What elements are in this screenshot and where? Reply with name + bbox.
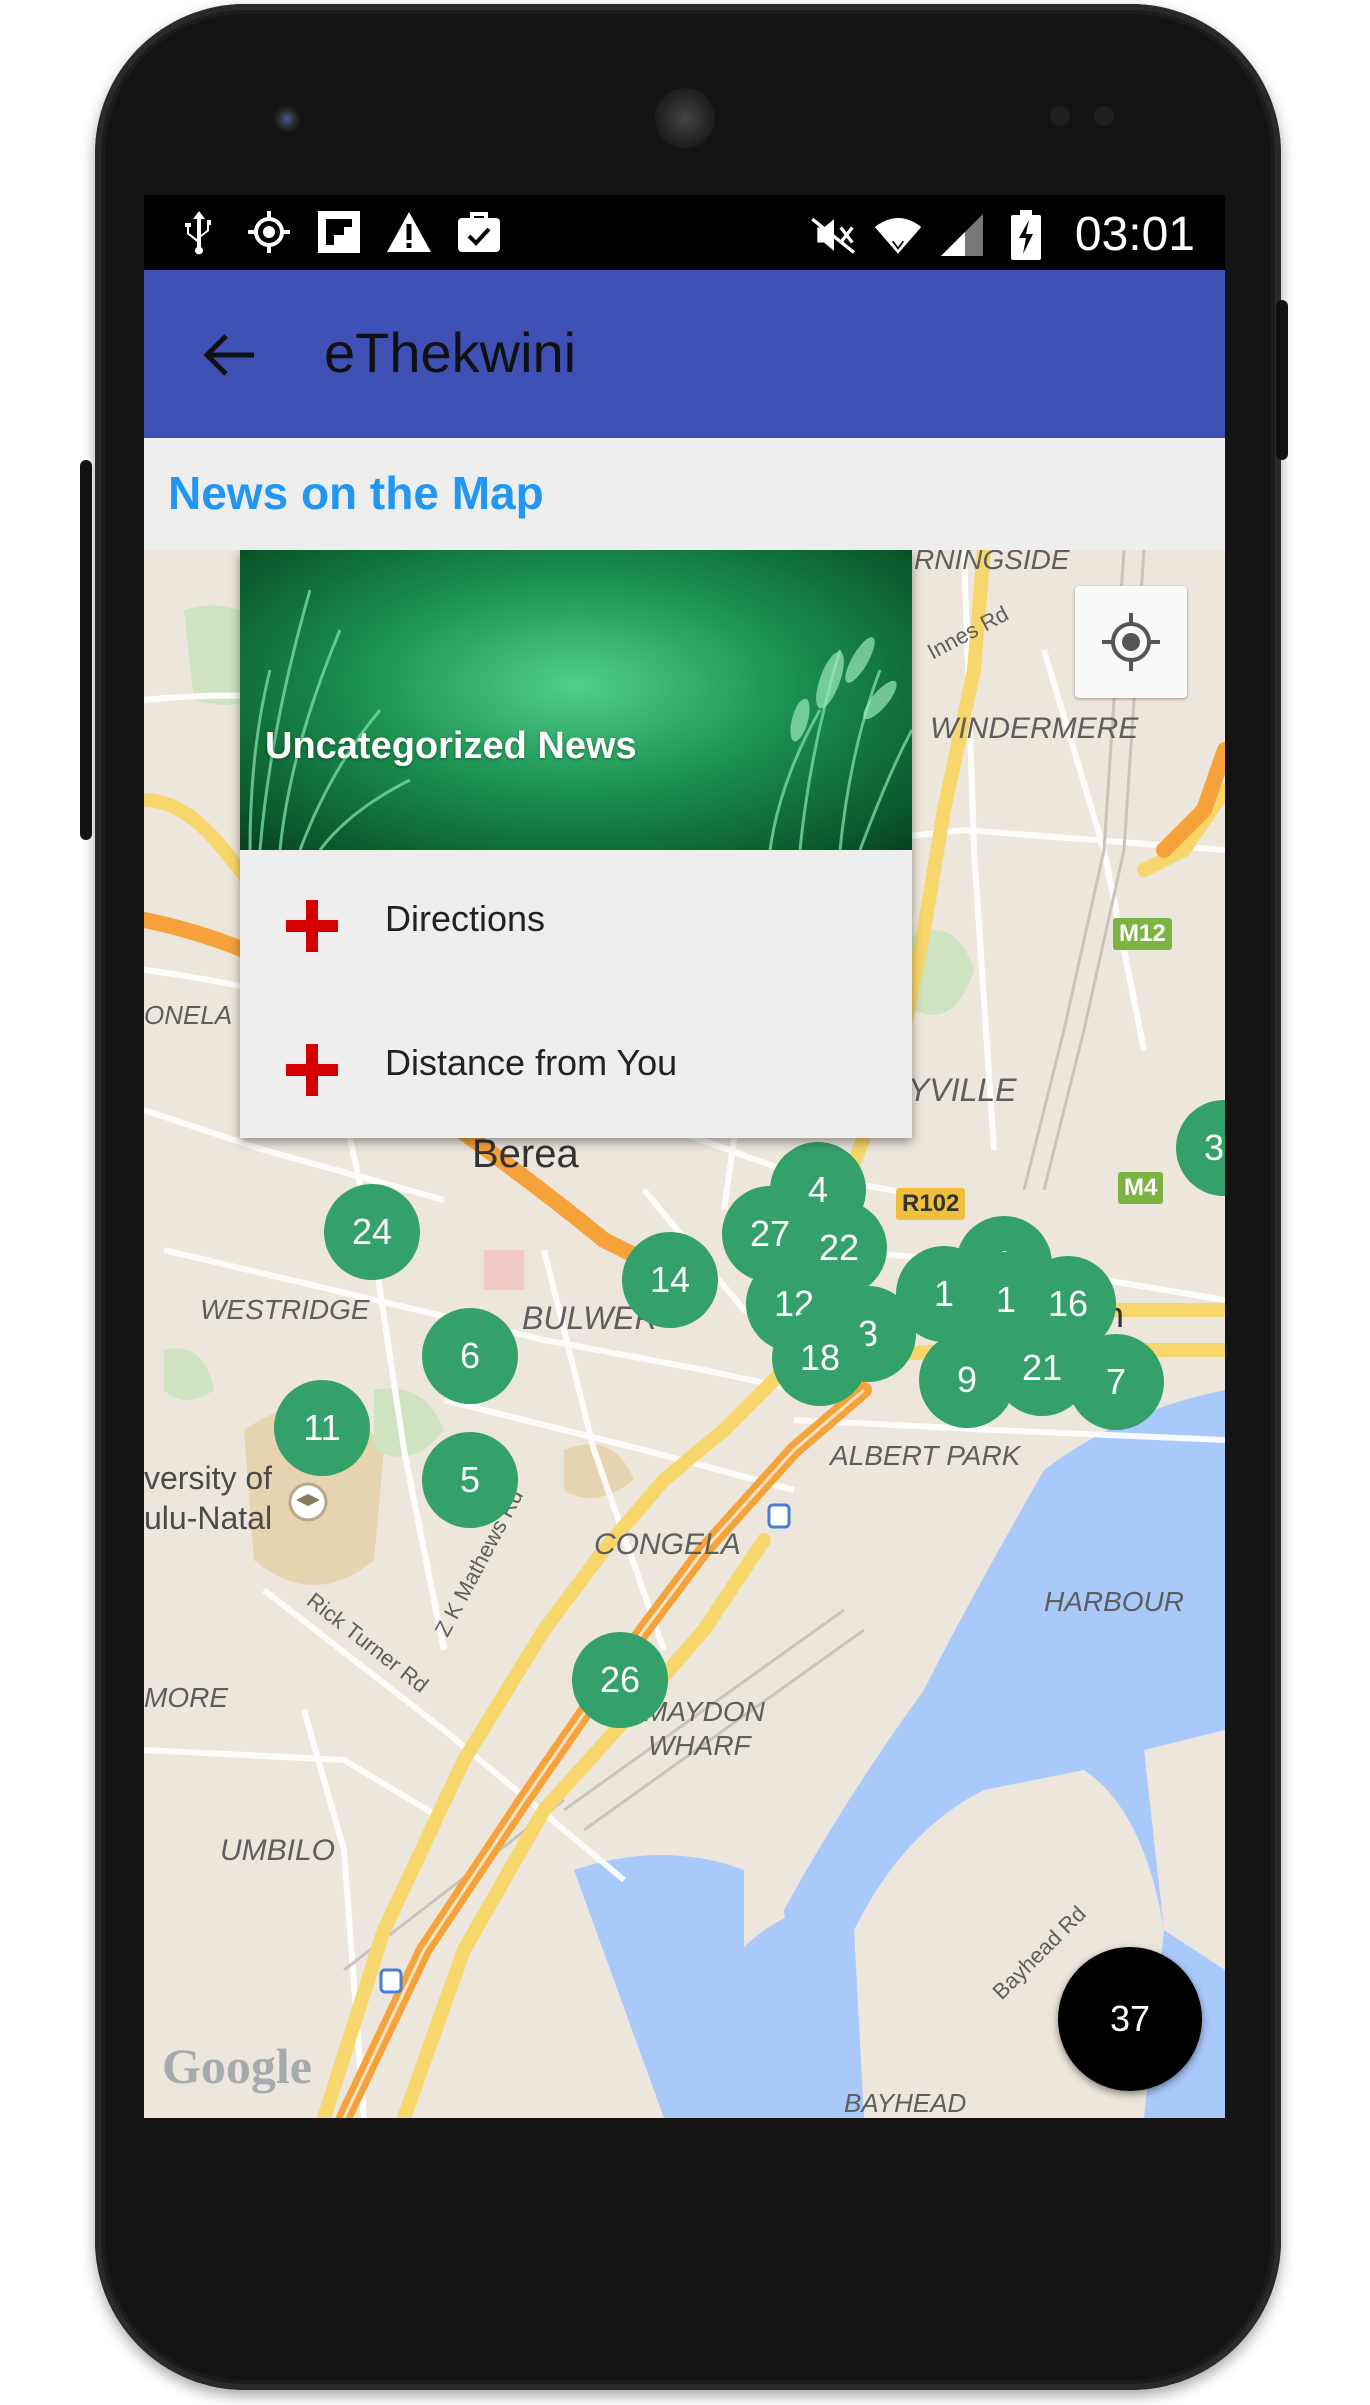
map-cluster-marker[interactable]: 22	[791, 1200, 887, 1296]
status-clock: 03:01	[1074, 208, 1195, 261]
map-cluster-marker[interactable]: 11	[274, 1380, 370, 1476]
power-button	[1276, 300, 1288, 460]
place-umbilo: UMBILO	[220, 1834, 336, 1867]
my-location-icon[interactable]	[1075, 586, 1187, 698]
app-title: eThekwini	[324, 321, 577, 384]
place-university-line2: ulu-Natal	[144, 1500, 273, 1536]
proximity-sensor-icon	[1050, 106, 1070, 126]
usb-icon	[174, 207, 224, 257]
place-albert-park: ALBERT PARK	[830, 1440, 1021, 1471]
map-cluster-marker[interactable]: 5	[422, 1432, 518, 1528]
signal-icon	[937, 210, 987, 260]
speaker-grille-icon	[655, 88, 715, 148]
place-wharf: WHARF	[648, 1730, 751, 1761]
place-westridge: WESTRIDGE	[200, 1294, 370, 1325]
map-cluster-marker[interactable]: 26	[572, 1632, 668, 1728]
gps-icon	[244, 207, 294, 257]
place-morningside: RNINGSIDE	[914, 550, 1070, 575]
battery-charging-icon	[1001, 209, 1051, 260]
volume-button	[80, 460, 92, 840]
directions-item[interactable]: Directions	[240, 850, 912, 994]
red-plus-icon	[286, 900, 338, 952]
map-cluster-marker[interactable]: 7	[1068, 1334, 1164, 1430]
route-m4-shield: M4	[1118, 1172, 1164, 1204]
warning-icon	[384, 207, 434, 257]
place-onela: ONELA	[144, 1000, 233, 1030]
place-yville: YVILLE	[908, 1072, 1017, 1108]
map-cluster-marker[interactable]: 24	[324, 1184, 420, 1280]
map-view[interactable]: RNINGSIDE Innes Rd WINDERMERE M12 ONELA …	[144, 550, 1225, 2118]
popup-title: Uncategorized News	[265, 725, 637, 767]
front-camera-icon	[274, 106, 300, 132]
route-m12-shield: M12	[1113, 918, 1172, 950]
grass-image-icon	[248, 589, 912, 850]
place-congela: CONGELA	[594, 1528, 741, 1561]
arrow-back-icon[interactable]	[196, 322, 262, 388]
screen: 03:01 eThekwini News on the Map RNINGSID…	[144, 195, 1225, 2118]
place-university-line1: versity of	[144, 1460, 273, 1496]
red-plus-icon	[286, 1044, 338, 1096]
news-popup-card: Uncategorized News Directions Distance f…	[240, 550, 912, 1138]
mute-icon	[809, 210, 859, 260]
place-bayhead: BAYHEAD	[844, 2088, 967, 2118]
flipboard-icon	[314, 207, 364, 257]
app-bar: eThekwini	[144, 270, 1225, 438]
place-windermere: WINDERMERE	[930, 712, 1139, 745]
distance-label: Distance from You	[385, 1042, 678, 1083]
map-cluster-marker[interactable]: 18	[772, 1310, 868, 1406]
section-title: News on the Map	[168, 467, 544, 519]
section-header: News on the Map	[144, 438, 1225, 550]
place-more: MORE	[144, 1682, 228, 1713]
light-sensor-icon	[1094, 106, 1114, 126]
status-bar: 03:01	[144, 195, 1225, 270]
place-berea: Berea	[472, 1132, 579, 1176]
directions-label: Directions	[385, 898, 546, 939]
briefcase-icon	[454, 207, 504, 257]
popup-header-image: Uncategorized News	[240, 550, 912, 850]
news-count-fab[interactable]: 37	[1058, 1947, 1202, 2091]
distance-item[interactable]: Distance from You	[240, 994, 912, 1138]
route-r102-shield: R102	[896, 1188, 966, 1220]
google-logo: Google	[162, 2038, 312, 2094]
wifi-icon	[873, 210, 923, 260]
map-cluster-marker[interactable]: 6	[422, 1308, 518, 1404]
map-cluster-marker[interactable]: 14	[622, 1232, 718, 1328]
place-harbour: HARBOUR	[1044, 1586, 1185, 1617]
